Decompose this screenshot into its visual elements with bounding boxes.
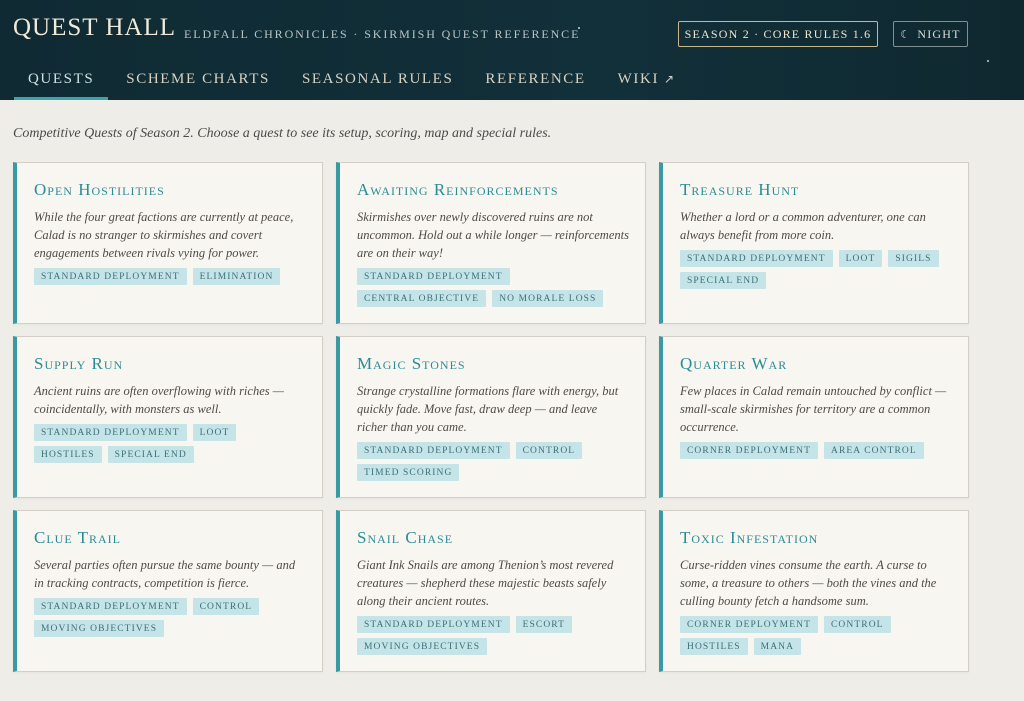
quest-description: Strange crystalline formations flare wit… [357,384,619,434]
quest-description: Giant Ink Snails are among Thenion’s mos… [357,558,614,608]
quest-tags: Corner Deployment Control Hostiles Mana [680,616,952,655]
tag: Standard Deployment [680,250,833,267]
quest-tags: Standard Deployment Control Timed Scorin… [357,442,629,481]
tag: Standard Deployment [357,268,510,285]
tag: Standard Deployment [357,442,510,459]
quest-title: Quarter War [680,354,788,373]
moon-icon: ☾ [900,28,912,41]
tag: Standard Deployment [34,268,187,285]
app-title[interactable]: QUEST HALL [13,14,176,42]
quest-card-treasure-hunt[interactable]: Treasure Hunt Whether a lord or a common… [659,162,969,324]
quest-description: Several parties often pursue the same bo… [34,558,296,590]
quest-card-magic-stones[interactable]: Magic Stones Strange crystalline formati… [336,336,646,498]
quest-card-snail-chase[interactable]: Snail Chase Giant Ink Snails are among T… [336,510,646,672]
night-mode-label: Night [917,26,961,41]
decorative-dot [987,60,989,62]
tag: Loot [192,424,237,441]
tab-label: Wiki [617,70,660,87]
tag: Special End [107,446,194,463]
tag: Timed Scoring [357,464,460,481]
tab-label: Seasonal Rules [301,70,454,87]
quest-description: Skirmishes over newly discovered ruins a… [357,210,629,260]
tag: Standard Deployment [34,598,187,615]
tag: Standard Deployment [34,424,187,441]
quest-description: While the four great factions are curren… [34,210,294,260]
season-rules-label: Season 2 · Core Rules 1.6 [684,26,872,41]
quest-description: Ancient ruins are often overflowing with… [34,384,284,416]
tab-reference[interactable]: Reference [471,58,599,100]
quest-card-clue-trail[interactable]: Clue Trail Several parties often pursue … [13,510,323,672]
quest-title: Magic Stones [357,354,466,373]
tag: Moving Objectives [34,620,165,637]
quest-grid: Open Hostilities While the four great fa… [13,162,969,672]
tab-seasonal-rules[interactable]: Seasonal Rules [288,58,467,100]
tab-label: Reference [485,70,586,87]
tab-wiki[interactable]: Wiki ↗ [604,58,690,100]
tag: Escort [515,616,573,633]
decorative-dot [578,27,580,29]
quest-title: Open Hostilities [34,180,165,199]
night-mode-toggle[interactable]: ☾ Night [893,21,968,47]
quest-tags: Standard Deployment Central Objective No… [357,268,629,307]
tag: Control [824,616,891,633]
quest-tags: Standard Deployment Loot Hostiles Specia… [34,424,306,463]
tab-label: Quests [28,70,95,87]
quest-card-quarter-war[interactable]: Quarter War Few places in Calad remain u… [659,336,969,498]
quest-description: Few places in Calad remain untouched by … [680,384,947,434]
tag: Central Objective [357,290,487,307]
tab-scheme-charts[interactable]: Scheme Charts [112,58,284,100]
quest-title: Toxic Infestation [680,528,819,547]
quest-card-awaiting-reinforcements[interactable]: Awaiting Reinforcements Skirmishes over … [336,162,646,324]
quest-tags: Corner Deployment Area Control [680,442,952,459]
tag: Loot [838,250,883,267]
tab-quests[interactable]: Quests [14,58,109,100]
quest-card-open-hostilities[interactable]: Open Hostilities While the four great fa… [13,162,323,324]
quest-tags: Standard Deployment Loot Sigils Special … [680,250,952,289]
main-nav: Quests Scheme Charts Seasonal Rules Refe… [0,58,690,100]
top-header: QUEST HALL Eldfall Chronicles · Skirmish… [0,0,1024,100]
tag: Elimination [192,268,281,285]
quest-title: Treasure Hunt [680,180,800,199]
quest-card-supply-run[interactable]: Supply Run Ancient ruins are often overf… [13,336,323,498]
tag: Area Control [824,442,924,459]
quest-title: Snail Chase [357,528,454,547]
quest-description: Whether a lord or a common adventurer, o… [680,210,926,242]
tag: Special End [680,272,767,289]
quest-description: Curse-ridden vines consume the earth. A … [680,558,937,608]
tag: Control [515,442,583,459]
intro-text: Competitive Quests of Season 2. Choose a… [13,126,552,141]
tag: Corner Deployment [680,616,818,633]
quest-title: Supply Run [34,354,124,373]
quest-title: Clue Trail [34,528,121,547]
external-link-icon: ↗ [664,71,676,86]
tag: No Morale Loss [492,290,604,307]
app-subtitle: Eldfall Chronicles · Skirmish Quest Refe… [184,27,581,41]
quest-card-toxic-infestation[interactable]: Toxic Infestation Curse-ridden vines con… [659,510,969,672]
tag: Sigils [888,250,939,267]
season-rules-badge[interactable]: Season 2 · Core Rules 1.6 [678,21,878,47]
tag: Moving Objectives [357,638,488,655]
quest-tags: Standard Deployment Control Moving Objec… [34,598,306,637]
quest-tags: Standard Deployment Elimination [34,268,306,285]
tag: Standard Deployment [357,616,510,633]
quest-title: Awaiting Reinforcements [357,180,559,199]
tab-label: Scheme Charts [126,70,270,87]
tag: Hostiles [680,638,748,655]
tag: Corner Deployment [680,442,818,459]
tag: Control [192,598,260,615]
tag: Mana [753,638,802,655]
tag: Hostiles [34,446,102,463]
quest-tags: Standard Deployment Escort Moving Object… [357,616,629,655]
